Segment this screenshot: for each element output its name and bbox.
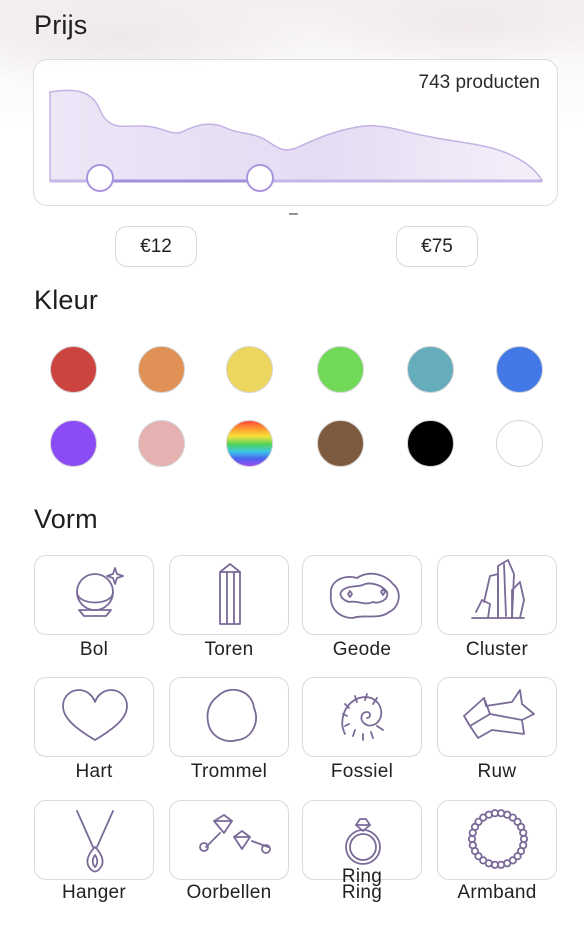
shape-label: Cluster <box>465 639 529 660</box>
pendant-icon <box>76 810 114 873</box>
shape-label: Hart <box>75 761 113 782</box>
shape-label: Trommel <box>190 761 268 782</box>
price-section-title: Prijs <box>34 10 88 40</box>
shape-label: Ruw <box>477 761 517 782</box>
histogram-area <box>49 89 543 182</box>
geode-icon <box>329 572 400 619</box>
color-swatch-paars[interactable] <box>49 419 97 467</box>
max-price-field[interactable]: €75 <box>396 226 478 267</box>
earrings-icon <box>199 814 271 854</box>
heart-icon <box>62 689 128 741</box>
shape-option-toren[interactable] <box>169 555 289 635</box>
shape-option-hart[interactable] <box>34 677 154 757</box>
color-swatch-zwart[interactable] <box>406 419 454 467</box>
color-swatch-oranje[interactable] <box>137 345 185 393</box>
shape-option-ruw[interactable] <box>437 677 557 757</box>
tower-icon <box>219 563 241 625</box>
shape-label: Hanger <box>61 882 127 903</box>
bracelet-icon <box>467 809 529 869</box>
tumble-icon <box>206 688 257 742</box>
shape-option-oorbellen[interactable] <box>169 800 289 880</box>
cluster-icon <box>471 559 525 619</box>
shape-section-title: Vorm <box>34 504 98 534</box>
price-range-card: 743 producten <box>33 59 558 206</box>
color-swatch-regenboog[interactable] <box>225 419 273 467</box>
color-swatch-bruin[interactable] <box>316 419 364 467</box>
product-count: 743 producten <box>418 72 541 93</box>
price-range-separator: – <box>289 205 298 222</box>
color-swatch-roze[interactable] <box>137 419 185 467</box>
rough-icon <box>463 689 535 739</box>
shape-label: Bol <box>79 639 109 660</box>
color-swatch-groen[interactable] <box>316 345 364 393</box>
shape-label: Toren <box>204 639 254 660</box>
shape-label: Geode <box>332 639 392 660</box>
shape-option-fossiel[interactable] <box>302 677 422 757</box>
shape-option-cluster[interactable] <box>437 555 557 635</box>
color-swatch-turquoise[interactable] <box>406 345 454 393</box>
shape-option-armband[interactable] <box>437 800 557 880</box>
shape-option-bol[interactable] <box>34 555 154 635</box>
range-handle-min[interactable] <box>86 164 114 192</box>
color-swatch-rood[interactable] <box>49 345 97 393</box>
shape-label: Fossiel <box>330 761 394 782</box>
shape-label-overlay: Ring <box>341 866 383 887</box>
color-swatch-wit[interactable] <box>495 419 543 467</box>
sphere-icon <box>76 567 124 617</box>
fossil-icon <box>341 693 384 741</box>
range-handle-max[interactable] <box>246 164 274 192</box>
shape-option-geode[interactable] <box>302 555 422 635</box>
shape-label: Oorbellen <box>186 882 272 903</box>
color-swatch-geel[interactable] <box>225 345 273 393</box>
color-section-title: Kleur <box>34 285 99 315</box>
color-swatch-blauw[interactable] <box>495 345 543 393</box>
shape-option-trommel[interactable] <box>169 677 289 757</box>
shape-label: Armband <box>457 882 537 903</box>
shape-option-hanger[interactable] <box>34 800 154 880</box>
min-price-field[interactable]: €12 <box>115 226 197 267</box>
